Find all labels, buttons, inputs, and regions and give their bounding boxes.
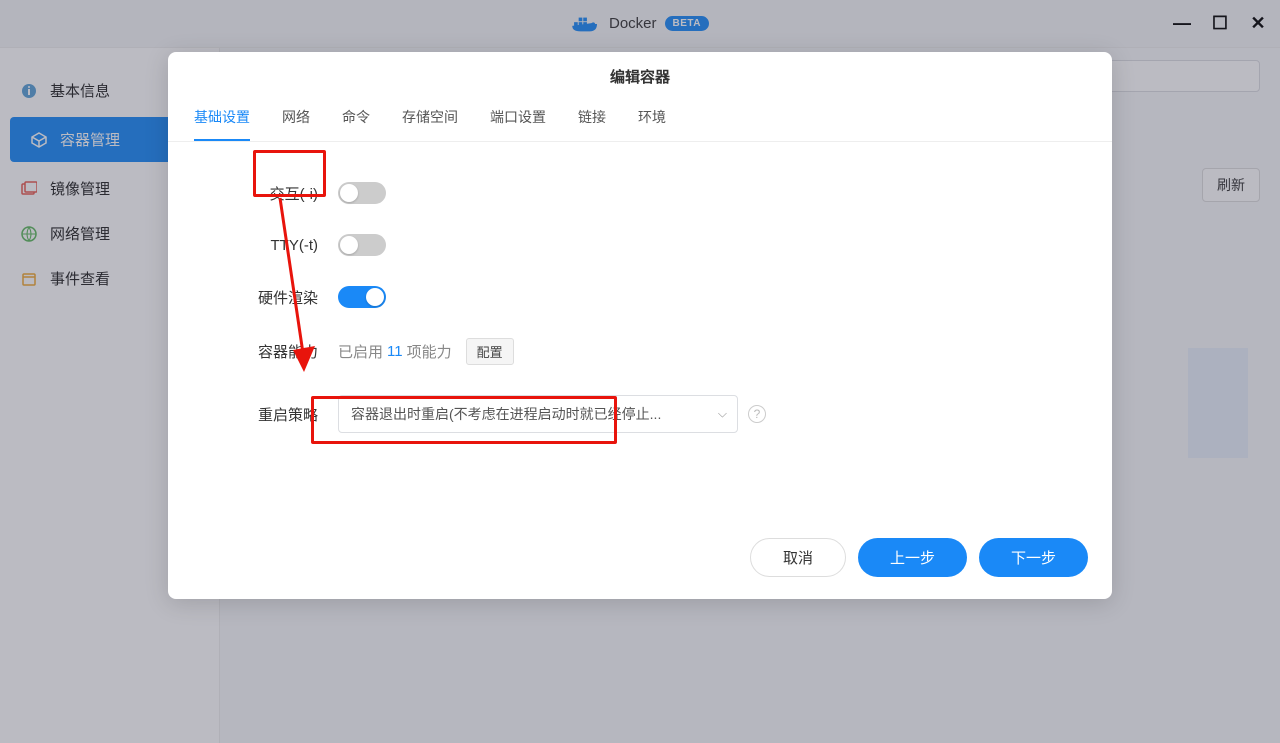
label-restart: 重启策略 (218, 404, 338, 425)
modal-tab-ports[interactable]: 端口设置 (490, 107, 546, 141)
modal-tab-links[interactable]: 链接 (578, 107, 606, 141)
toggle-tty[interactable] (338, 234, 386, 256)
modal-tab-env[interactable]: 环境 (638, 107, 666, 141)
row-hw-render: 硬件渲染 (218, 286, 1062, 308)
modal-body: 交互(-i) TTY(-t) 硬件渲染 容器能力 已启用 11 项能力 配置 (168, 142, 1112, 522)
capability-count: 11 (387, 343, 403, 360)
modal-tab-network[interactable]: 网络 (282, 107, 310, 141)
cancel-button[interactable]: 取消 (750, 538, 846, 577)
help-icon[interactable]: ? (748, 405, 766, 423)
capability-prefix: 已启用 (338, 341, 383, 362)
row-tty: TTY(-t) (218, 234, 1062, 256)
edit-container-modal: 编辑容器 基础设置 网络 命令 存储空间 端口设置 链接 环境 交互(-i) T… (168, 52, 1112, 599)
row-restart: 重启策略 容器退出时重启(不考虑在进程启动时就已经停止... ⌵ ? (218, 395, 1062, 433)
restart-policy-select[interactable]: 容器退出时重启(不考虑在进程启动时就已经停止... ⌵ (338, 395, 738, 433)
toggle-interactive[interactable] (338, 182, 386, 204)
modal-tab-command[interactable]: 命令 (342, 107, 370, 141)
label-hw-render: 硬件渲染 (218, 287, 338, 308)
capability-suffix: 项能力 (407, 341, 452, 362)
row-interactive: 交互(-i) (218, 182, 1062, 204)
modal-tab-basic[interactable]: 基础设置 (194, 107, 250, 141)
next-button[interactable]: 下一步 (979, 538, 1088, 577)
label-capability: 容器能力 (218, 341, 338, 362)
row-capability: 容器能力 已启用 11 项能力 配置 (218, 338, 1062, 365)
toggle-hw-render[interactable] (338, 286, 386, 308)
modal-footer: 取消 上一步 下一步 (168, 522, 1112, 599)
modal-tab-storage[interactable]: 存储空间 (402, 107, 458, 141)
label-tty: TTY(-t) (218, 237, 338, 254)
capability-config-button[interactable]: 配置 (466, 338, 514, 365)
chevron-down-icon: ⌵ (718, 407, 727, 422)
restart-policy-value: 容器退出时重启(不考虑在进程启动时就已经停止... (351, 406, 661, 422)
prev-button[interactable]: 上一步 (858, 538, 967, 577)
modal-overlay: 编辑容器 基础设置 网络 命令 存储空间 端口设置 链接 环境 交互(-i) T… (0, 0, 1280, 743)
label-interactive: 交互(-i) (218, 183, 338, 204)
modal-tabs: 基础设置 网络 命令 存储空间 端口设置 链接 环境 (168, 97, 1112, 142)
modal-title: 编辑容器 (168, 52, 1112, 97)
capability-value: 已启用 11 项能力 配置 (338, 338, 514, 365)
